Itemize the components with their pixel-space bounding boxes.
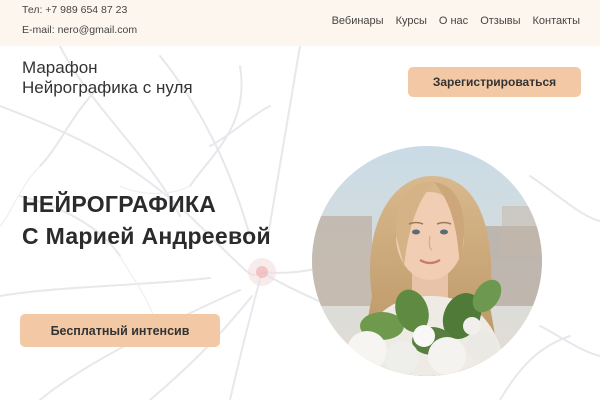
register-button[interactable]: Зарегистрироваться	[408, 67, 581, 97]
nav-item-reviews[interactable]: Отзывы	[480, 15, 520, 27]
speaker-photo	[312, 146, 542, 376]
headline-line-1: НЕЙРОГРАФИКА	[22, 191, 217, 217]
contact-phone: Тел: +7 989 654 87 23	[22, 4, 128, 16]
nav-item-webinars[interactable]: Вебинары	[332, 15, 384, 27]
nav-item-contacts[interactable]: Контакты	[532, 15, 580, 27]
marathon-line-1: Марафон	[22, 58, 98, 77]
headline-line-2: С Марией Андреевой	[22, 223, 271, 249]
marathon-line-2: Нейрографика с нуля	[22, 78, 193, 97]
nav-item-about[interactable]: О нас	[439, 15, 468, 27]
nav-item-courses[interactable]: Курсы	[396, 15, 427, 27]
speaker-photo-illustration	[312, 146, 542, 376]
free-intensive-button[interactable]: Бесплатный интенсив	[20, 314, 220, 347]
main-nav: Вебинары Курсы О нас Отзывы Контакты	[332, 15, 580, 27]
top-bar: Тел: +7 989 654 87 23 E-mail: nero@gmail…	[0, 0, 600, 46]
marathon-title: Марафон Нейрографика с нуля	[22, 58, 193, 98]
hero-headline: НЕЙРОГРАФИКА С Марией Андреевой	[22, 188, 271, 252]
contact-email: E-mail: nero@gmail.com	[22, 24, 138, 36]
